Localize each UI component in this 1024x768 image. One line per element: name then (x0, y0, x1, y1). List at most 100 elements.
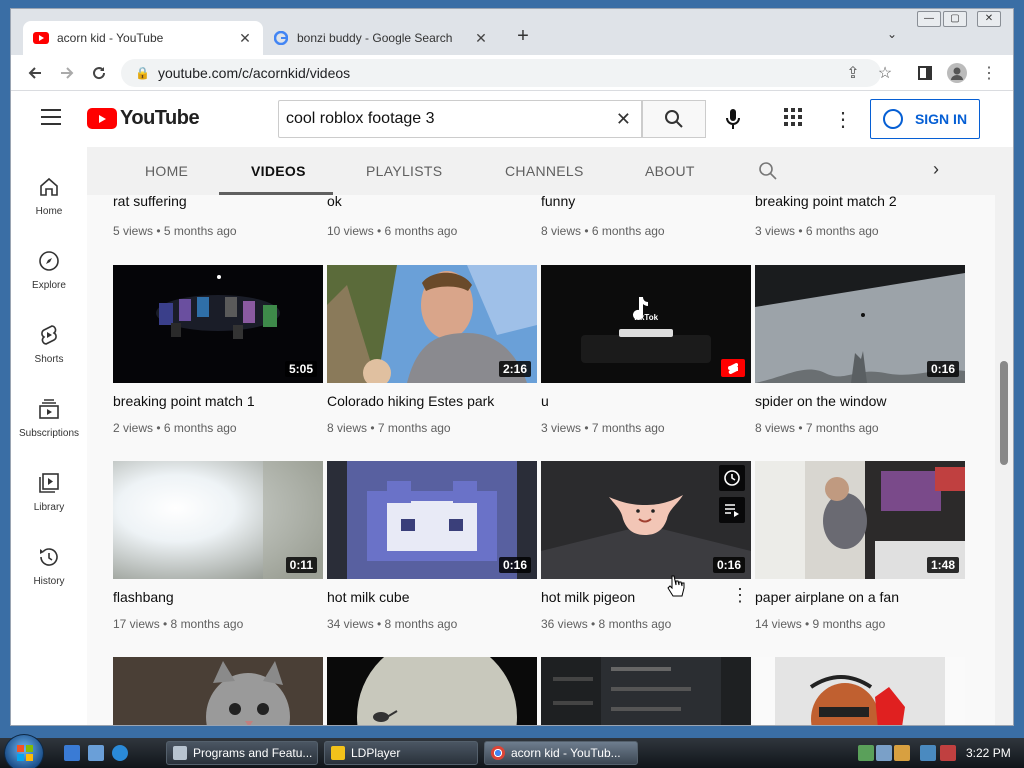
video-title[interactable]: funny (541, 193, 575, 209)
close-tab-icon[interactable]: ✕ (473, 30, 489, 47)
video-thumbnail[interactable]: 0:16 (755, 265, 965, 383)
video-title[interactable]: hot milk pigeon (541, 589, 635, 605)
taskbar-label: LDPlayer (351, 746, 401, 760)
microphone-icon[interactable] (721, 107, 745, 131)
video-thumbnail[interactable]: 2:16 (327, 265, 537, 383)
video-title[interactable]: breaking point match 1 (113, 393, 255, 409)
guide-item-subscriptions[interactable]: Subscriptions (11, 397, 87, 439)
guide-item-history[interactable]: History (11, 545, 87, 587)
close-window-button[interactable]: ✕ (977, 11, 1001, 27)
add-to-queue-icon[interactable] (719, 497, 745, 523)
tab-videos[interactable]: VIDEOS (251, 163, 306, 179)
close-tab-icon[interactable]: ✕ (237, 30, 253, 47)
minimize-button[interactable]: — (917, 11, 941, 27)
page-scrollbar[interactable] (995, 147, 1013, 725)
guide-item-shorts[interactable]: Shorts (11, 323, 87, 365)
video-title[interactable]: flashbang (113, 589, 174, 605)
youtube-favicon-icon (33, 30, 49, 46)
tray-icon[interactable] (876, 745, 892, 761)
display-tray-icon[interactable] (920, 745, 936, 761)
video-thumbnail[interactable] (541, 657, 751, 725)
video-title[interactable]: spider on the window (755, 393, 887, 409)
address-bar[interactable]: 🔒 youtube.com/c/acornkid/videos (121, 59, 881, 87)
video-meta: 3 views • 7 months ago (541, 421, 665, 435)
duration-badge: 5:05 (284, 361, 317, 377)
video-thumbnail[interactable]: TikTok (541, 265, 751, 383)
video-thumbnail[interactable] (755, 657, 965, 725)
guide-label: Library (33, 502, 65, 513)
compass-icon (39, 251, 59, 271)
switch-windows-icon[interactable] (88, 745, 104, 761)
youtube-logo[interactable]: YouTube (87, 107, 200, 130)
tray-icon[interactable] (894, 745, 910, 761)
volume-muted-icon[interactable] (940, 745, 956, 761)
video-title[interactable]: paper airplane on a fan (755, 589, 899, 605)
video-thumbnail[interactable]: 0:16 (327, 461, 537, 579)
chevron-right-icon[interactable]: › (933, 159, 939, 180)
tab-google-search[interactable]: bonzi buddy - Google Search ✕ (263, 21, 499, 55)
video-title[interactable]: ok (327, 193, 342, 209)
tab-about[interactable]: ABOUT (645, 163, 695, 179)
video-thumbnail[interactable]: 5:05 (113, 265, 323, 383)
search-input[interactable]: cool roblox footage 3 ✕ (278, 100, 642, 138)
search-button[interactable] (642, 100, 706, 138)
browser-menu-icon[interactable]: ⋮ (979, 63, 999, 83)
duration-badge: 0:11 (285, 557, 317, 573)
side-panel-icon[interactable] (915, 63, 935, 83)
video-thumbnail[interactable]: 0:11 (113, 461, 323, 579)
guide-item-explore[interactable]: Explore (11, 249, 87, 291)
tab-search-chevron-icon[interactable]: ⌄ (887, 27, 897, 41)
video-title[interactable]: hot milk cube (327, 589, 409, 605)
tab-playlists[interactable]: PLAYLISTS (366, 163, 442, 179)
masthead: YouTube cool roblox footage 3 ✕ ⋮ SIGN I… (11, 91, 1013, 147)
video-title[interactable]: Colorado hiking Estes park (327, 393, 494, 409)
network-tray-icon[interactable] (858, 745, 874, 761)
profile-icon[interactable] (947, 63, 967, 83)
apps-grid-icon[interactable] (783, 107, 807, 131)
start-button[interactable] (4, 734, 44, 768)
share-icon[interactable]: ⇪ (843, 63, 863, 83)
windows-taskbar: Programs and Featu... LDPlayer acorn kid… (0, 734, 1024, 768)
guide-sidebar: Home Explore Shorts Subscriptions Librar… (11, 147, 87, 725)
taskbar-label: Programs and Featu... (193, 746, 313, 760)
tab-home[interactable]: HOME (145, 163, 188, 179)
guide-item-home[interactable]: Home (11, 175, 87, 217)
youtube-page: YouTube cool roblox footage 3 ✕ ⋮ SIGN I… (11, 91, 1013, 725)
taskbar-item-programs[interactable]: Programs and Featu... (166, 741, 318, 765)
guide-item-library[interactable]: Library (11, 471, 87, 513)
menu-icon[interactable] (41, 109, 61, 127)
clear-search-icon[interactable]: ✕ (616, 109, 631, 130)
back-icon[interactable] (25, 63, 45, 83)
internet-explorer-icon[interactable] (112, 745, 128, 761)
video-action-menu-icon[interactable]: ⋮ (731, 585, 749, 606)
bookmark-star-icon[interactable]: ☆ (875, 63, 895, 83)
reload-icon[interactable] (89, 63, 109, 83)
sign-in-button[interactable]: SIGN IN (870, 99, 980, 139)
video-thumbnail[interactable]: 1:48 (755, 461, 965, 579)
video-thumbnail[interactable] (327, 657, 537, 725)
tab-channels[interactable]: CHANNELS (505, 163, 584, 179)
scrollbar-thumb[interactable] (1000, 361, 1008, 465)
tab-youtube[interactable]: acorn kid - YouTube ✕ (23, 21, 263, 55)
video-meta: 14 views • 9 months ago (755, 617, 886, 631)
duration-badge: 0:16 (498, 557, 531, 573)
taskbar-item-chrome[interactable]: acorn kid - YouTub... (484, 741, 638, 765)
show-desktop-icon[interactable] (64, 745, 80, 761)
maximize-button[interactable]: ▢ (943, 11, 967, 27)
video-title[interactable]: rat suffering (113, 193, 187, 209)
channel-search-icon[interactable] (758, 161, 778, 181)
watch-later-icon[interactable] (719, 465, 745, 491)
search-icon (665, 110, 683, 128)
search-value: cool roblox footage 3 (286, 110, 435, 127)
forward-icon[interactable] (57, 63, 77, 83)
video-thumbnail[interactable] (113, 657, 323, 725)
video-title[interactable]: u (541, 393, 549, 409)
taskbar-clock[interactable]: 3:22 PM (966, 746, 1011, 760)
thumbnail-image (327, 657, 537, 725)
duration-badge: 0:16 (926, 361, 959, 377)
taskbar-item-ldplayer[interactable]: LDPlayer (324, 741, 478, 765)
new-tab-icon[interactable]: + (513, 25, 533, 48)
video-thumbnail[interactable]: 0:16 (541, 461, 751, 579)
video-title[interactable]: breaking point match 2 (755, 193, 897, 209)
settings-more-icon[interactable]: ⋮ (833, 107, 853, 131)
